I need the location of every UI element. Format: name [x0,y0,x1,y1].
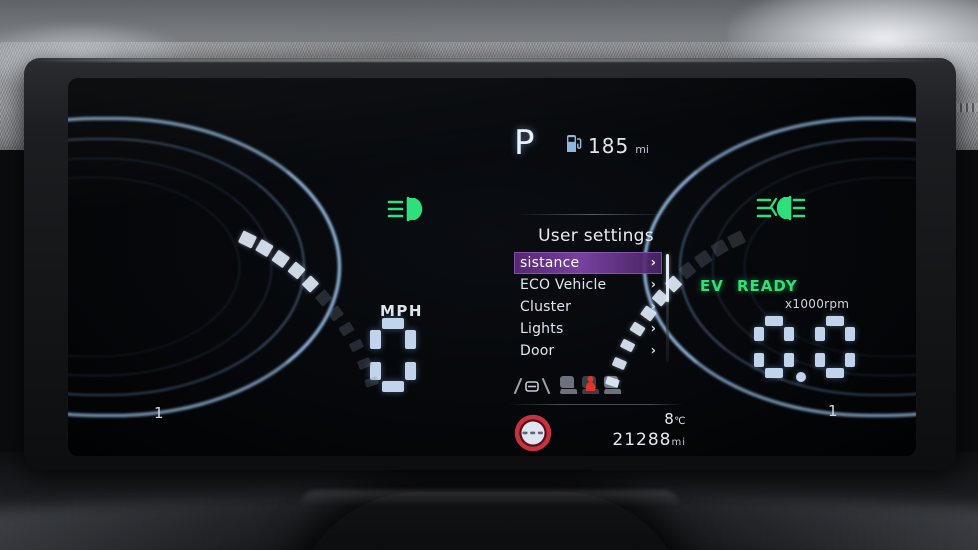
gauge-min-label: 0 [574,454,584,456]
gauge-segment-filled [619,338,636,353]
range-value: 185 [588,134,630,158]
gauge-segment-empty [356,356,373,370]
menu-item-label: sistance [520,255,580,271]
chevron-right-icon: › [650,255,656,271]
gauge-segment-filled [611,356,628,370]
steering-column-highlight [300,490,680,506]
gauge-segment-filled [628,321,646,337]
gauge-segment-empty [338,321,355,337]
battery-charge-gauge: 01 [566,230,856,456]
lane-departure-icon [512,376,552,400]
menu-title: User settings [538,226,654,246]
menu-item[interactable]: ECO Vehicle › [514,274,662,296]
range-unit: mi [635,143,649,156]
menu-item[interactable]: sistance › [514,252,662,274]
front-fog-light-icon [756,192,808,228]
menu-item-label: Door [520,343,555,359]
ev-indicator: EV [700,277,724,295]
fuel-pump-icon [566,134,582,158]
menu-top-divider [516,214,670,215]
tachometer-unit-label: x1000rpm [785,297,850,311]
low-beam-headlight-icon [386,194,434,228]
instrument-cluster-photo: P 185 mi User settings sistance › ECO Vehi [0,0,978,550]
chevron-right-icon: › [650,277,656,293]
gauge-max-label: 1 [154,404,164,422]
gear-indicator: P [514,123,535,163]
center-info-column: P 185 mi User settings sistance › ECO Vehi [448,122,686,452]
ready-indicator: READY [737,277,798,295]
gauge-max-label: 1 [828,402,838,420]
menu-item-label: Cluster [520,299,572,315]
menu-item-label: Lights [520,321,564,337]
gear-and-range-row: P 185 mi [448,122,649,168]
gauge-min-label: 0 [394,454,404,456]
menu-item-label: ECO Vehicle [520,277,607,293]
gauge-segment-empty [348,338,365,353]
gauge-segment-empty [363,375,379,388]
driving-range-group: 185 mi [566,134,649,158]
menu-item[interactable]: Cluster › [514,296,662,318]
cluster-bezel-highlight [26,58,954,62]
fuel-gauge: 01 [128,230,418,456]
gauge-segment-filled [605,375,621,388]
cluster-display-screen[interactable]: P 185 mi User settings sistance › ECO Vehi [68,78,916,456]
